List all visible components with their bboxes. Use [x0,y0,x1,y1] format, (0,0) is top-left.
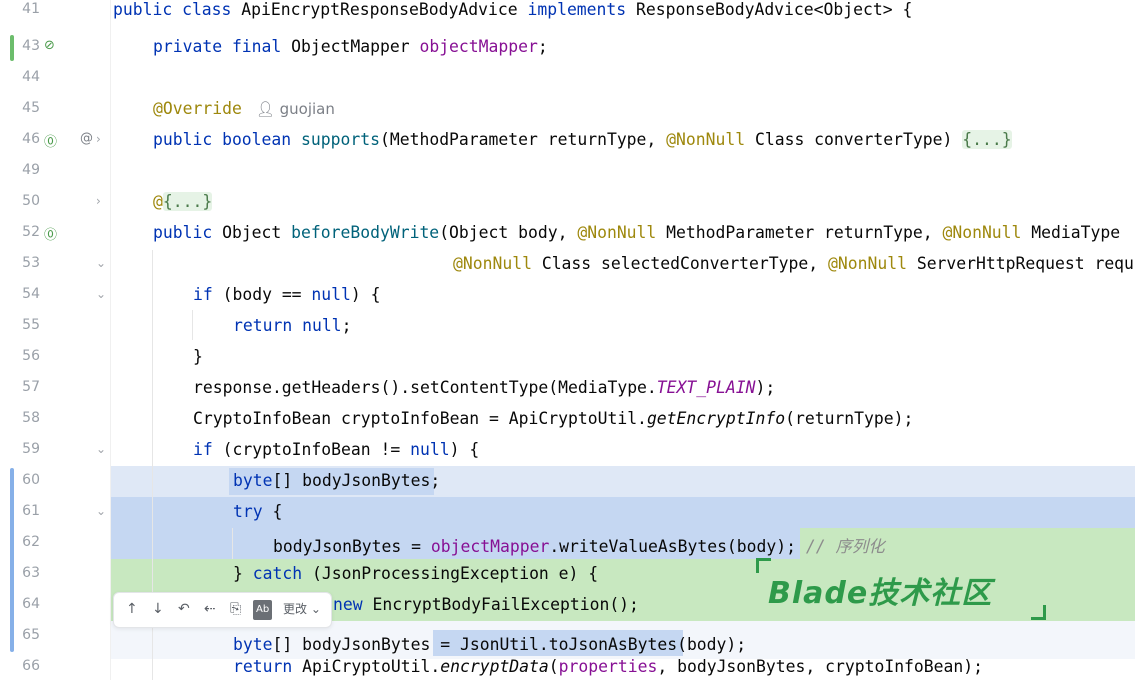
next-change-button[interactable]: ↓ [152,601,164,617]
chevron-down-icon[interactable]: ⌄ [96,256,106,270]
highlight-words-button[interactable]: Ab [253,600,273,620]
chevron-right-icon[interactable]: › [96,132,101,146]
chevron-down-icon[interactable]: ⌄ [96,504,106,518]
code-line-58[interactable]: CryptoInfoBean cryptoInfoBean = ApiCrypt… [193,409,913,428]
code-line-65-original[interactable]: byte[] bodyJsonBytes = JsonUtil.toJsonAs… [233,635,746,654]
user-icon: 👤︎ [255,100,275,118]
at-annotation-icon[interactable]: @ [80,131,93,146]
diff-toolbar: ↑ ↓ ↶ ⇠ ⎘ Ab 更改 ⌄ [113,592,332,628]
code-line-54[interactable]: if (body == null) { [193,285,381,304]
copy-button[interactable]: ⎘ [230,601,241,617]
folded-code[interactable]: {...} [162,192,213,211]
line-number: 58 [22,410,40,426]
chevron-down-icon[interactable]: ⌄ [96,442,106,456]
code-line-55[interactable]: return null; [233,316,351,335]
show-diff-button[interactable]: ⇠ [204,601,216,617]
line-number: 43 [22,38,40,54]
line-number: 62 [22,534,40,550]
code-line-45[interactable]: @Override 👤︎ guojian [153,99,335,118]
line-number: 52 [22,224,40,240]
line-number: 54 [22,286,40,302]
watermark-corner [1031,605,1046,620]
code-line-62[interactable]: bodyJsonBytes = objectMapper.writeValueA… [273,533,885,557]
line-number: 63 [22,565,40,581]
code-line-53[interactable]: @NonNull Class selectedConverterType, @N… [453,254,1134,273]
implements-method-icon[interactable]: ⓪ [44,131,57,150]
line-number: 59 [22,441,40,457]
line-number: 46 [22,131,40,147]
folded-code[interactable]: {...} [962,130,1012,149]
bean-icon[interactable]: ⊘ [44,38,55,53]
line-number: 44 [22,69,40,85]
line-number: 56 [22,348,40,364]
chevron-down-icon: ⌄ [307,602,321,616]
code-line-50[interactable]: @{...} [153,192,213,211]
chevron-right-icon[interactable]: › [96,194,101,208]
code-line-66[interactable]: return ApiCryptoUtil.encryptData(propert… [233,657,983,676]
change-marker-modified[interactable] [10,468,14,652]
watermark: Blade技术社区 [756,558,1046,620]
code-line-64[interactable]: new EncryptBodyFailException(); [333,595,639,614]
code-line-59[interactable]: if (cryptoInfoBean != null) { [193,440,479,459]
watermark-text: Blade技术社区 [768,576,993,611]
line-number: 65 [22,627,40,643]
code-line-57[interactable]: response.getHeaders().setContentType(Med… [193,378,775,397]
previous-change-button[interactable]: ↑ [126,601,138,617]
line-number: 50 [22,193,40,209]
line-number: 55 [22,317,40,333]
rollback-button[interactable]: ↶ [178,601,190,617]
line-number: 64 [22,596,40,612]
line-number: 49 [22,162,40,178]
code-line-56[interactable]: } [193,347,203,366]
line-number: 66 [22,658,40,674]
author-inlay[interactable]: 👤︎ guojian [256,100,335,118]
changes-menu-button[interactable]: 更改 ⌄ [283,601,321,617]
line-number: 45 [22,100,40,116]
implements-method-icon[interactable]: ⓪ [44,224,57,243]
code-line-43[interactable]: private final ObjectMapper objectMapper; [153,37,548,56]
indent-guide [232,528,233,559]
code-line-46[interactable]: public boolean supports(MethodParameter … [153,130,1012,149]
line-number: 60 [22,472,40,488]
code-line-63[interactable]: } catch (JsonProcessingException e) { [233,564,598,583]
line-number: 57 [22,379,40,395]
code-line-60[interactable]: byte[] bodyJsonBytes; [233,471,440,490]
line-number: 41 [22,1,40,17]
line-number: 61 [22,503,40,519]
chevron-down-icon[interactable]: ⌄ [96,287,106,301]
code-line-61[interactable]: try { [233,502,282,521]
indent-guide [192,310,193,340]
code-line-41[interactable]: public class ApiEncryptResponseBodyAdvic… [113,0,912,19]
code-line-52[interactable]: public Object beforeBodyWrite(Object bod… [153,223,1120,242]
line-number: 53 [22,255,40,271]
